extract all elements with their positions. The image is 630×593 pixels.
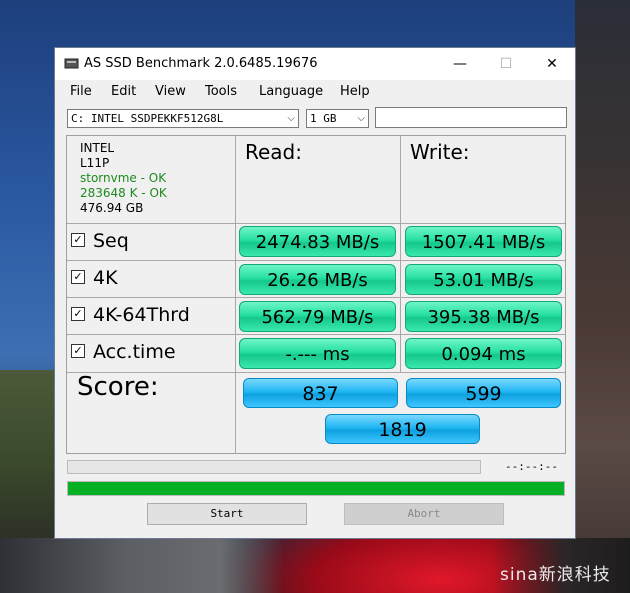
row-seq: ✓ Seq (71, 230, 129, 252)
menu-edit[interactable]: Edit (111, 84, 136, 99)
acc-time-write-result: 0.094 ms (405, 338, 562, 369)
menu-tools[interactable]: Tools (205, 84, 237, 99)
divider (400, 136, 401, 372)
test-size-value: 1 GB (310, 112, 337, 125)
4k-64thrd-checkbox[interactable]: ✓ (71, 306, 85, 321)
watermark: sina新浪科技 (500, 565, 611, 585)
overall-progress-fill (68, 482, 564, 495)
abort-button[interactable]: Abort (344, 503, 504, 525)
write-header: Write: (410, 140, 470, 164)
4k-write-result: 53.01 MB/s (405, 264, 562, 295)
as-ssd-window: AS SSD Benchmark 2.0.6485.19676 — ☐ ✕ Fi… (54, 47, 576, 539)
test-progress-bar (67, 460, 481, 474)
title-bar[interactable]: AS SSD Benchmark 2.0.6485.19676 — ☐ ✕ (55, 48, 575, 80)
driver-status: stornvme - OK (80, 171, 167, 185)
chevron-down-icon: ⌵ (287, 113, 295, 124)
read-header: Read: (245, 140, 302, 164)
4k-read-result: 26.26 MB/s (239, 264, 396, 295)
row-acc-time-label: Acc.time (93, 341, 176, 363)
read-score: 837 (243, 378, 398, 408)
test-size-select[interactable]: 1 GB ⌵ (306, 109, 369, 128)
menu-help[interactable]: Help (340, 84, 370, 99)
menu-file[interactable]: File (70, 84, 92, 99)
divider (67, 260, 565, 261)
divider (235, 372, 236, 454)
acc-time-read-result: -.--- ms (239, 338, 396, 369)
start-button[interactable]: Start (147, 503, 307, 525)
row-4k-64thrd: ✓ 4K-64Thrd (71, 304, 190, 326)
row-4k-label: 4K (93, 267, 118, 289)
maximize-button[interactable]: ☐ (483, 48, 529, 80)
seq-write-result: 1507.41 MB/s (405, 226, 562, 257)
background-rock-right (575, 0, 630, 593)
close-button[interactable]: ✕ (529, 48, 575, 80)
row-seq-label: Seq (93, 230, 129, 252)
score-label: Score: (77, 372, 159, 402)
chevron-down-icon: ⌵ (357, 113, 365, 124)
seq-read-result: 2474.83 MB/s (239, 226, 396, 257)
row-4k-64thrd-label: 4K-64Thrd (93, 304, 190, 326)
menu-bar: File Edit View Tools Language Help (55, 80, 575, 102)
divider (235, 136, 236, 372)
drive-select-value: C: INTEL SSDPEKKF512G8L (71, 112, 224, 125)
row-acc-time: ✓ Acc.time (71, 341, 176, 363)
drive-capacity: 476.94 GB (80, 201, 144, 215)
divider (67, 334, 565, 335)
divider (67, 297, 565, 298)
drive-firmware: L11P (80, 156, 110, 170)
drive-vendor: INTEL (80, 141, 115, 155)
info-textbox[interactable] (375, 107, 567, 128)
acc-time-checkbox[interactable]: ✓ (71, 343, 85, 358)
divider (67, 223, 565, 224)
app-icon (64, 58, 79, 69)
overall-progress-bar (67, 481, 565, 496)
row-4k: ✓ 4K (71, 267, 118, 289)
menu-view[interactable]: View (155, 84, 186, 99)
4k-64thrd-read-result: 562.79 MB/s (239, 301, 396, 332)
total-score: 1819 (325, 414, 480, 444)
write-score: 599 (406, 378, 561, 408)
4k-checkbox[interactable]: ✓ (71, 269, 85, 284)
menu-language[interactable]: Language (259, 84, 323, 99)
window-title: AS SSD Benchmark 2.0.6485.19676 (84, 56, 318, 71)
drive-select[interactable]: C: INTEL SSDPEKKF512G8L ⌵ (67, 109, 299, 128)
alignment-status: 283648 K - OK (80, 186, 167, 200)
elapsed-time: --:--:-- (505, 460, 558, 473)
seq-checkbox[interactable]: ✓ (71, 232, 85, 247)
results-panel: INTEL L11P stornvme - OK 283648 K - OK 4… (66, 135, 566, 454)
minimize-button[interactable]: — (437, 48, 483, 80)
drive-info: INTEL L11P stornvme - OK 283648 K - OK 4… (80, 141, 167, 216)
4k-64thrd-write-result: 395.38 MB/s (405, 301, 562, 332)
